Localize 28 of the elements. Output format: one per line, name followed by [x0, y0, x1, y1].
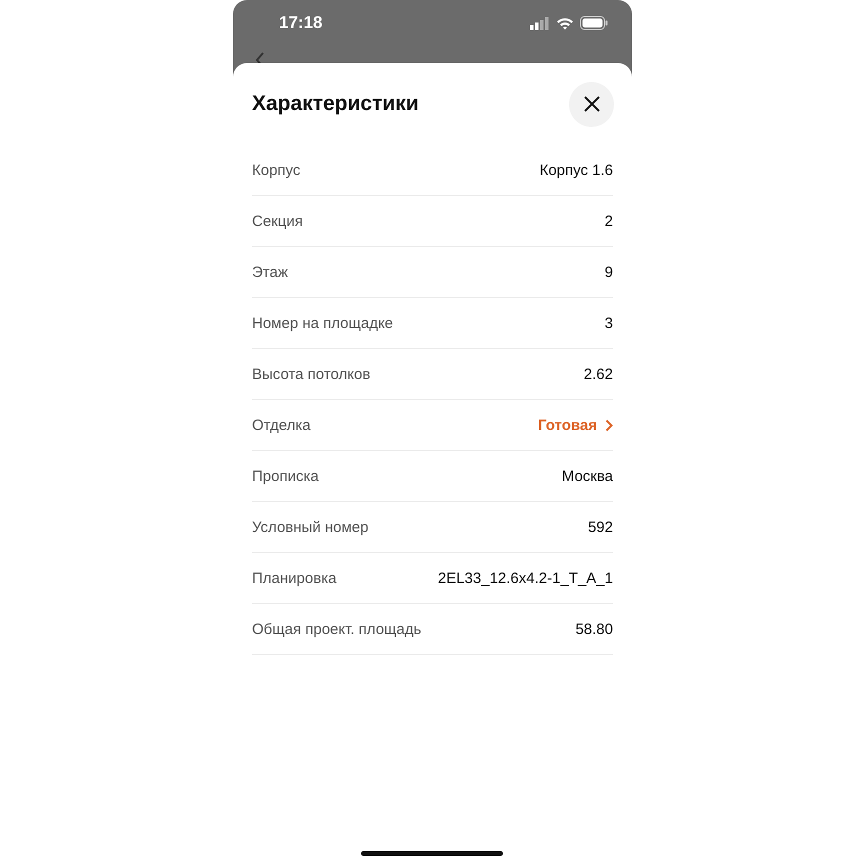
- close-button[interactable]: [569, 82, 614, 126]
- row-value: Москва: [562, 468, 613, 484]
- row-value: 58.80: [575, 620, 613, 638]
- row-value: 3: [604, 314, 613, 332]
- row-label: Планировка: [252, 570, 336, 586]
- row-label: Этаж: [252, 264, 288, 280]
- row-label: Высота потолков: [252, 366, 370, 382]
- row-label: Корпус: [252, 162, 300, 178]
- sheet-title: Характеристики: [252, 92, 419, 116]
- row-label: Отделка: [252, 416, 311, 434]
- close-icon: [582, 95, 600, 113]
- row-label: Общая проект. площадь: [252, 620, 422, 638]
- row-value: 2.62: [584, 366, 613, 382]
- row-value: Корпус 1.6: [540, 162, 613, 178]
- wifi-icon: [556, 16, 574, 30]
- row-label: Прописка: [252, 468, 319, 484]
- row-label: Условный номер: [252, 518, 368, 536]
- row-value: 2: [604, 212, 613, 230]
- row-label: Номер на площадке: [252, 314, 394, 332]
- status-time: 17:18: [279, 13, 322, 33]
- signal-icon: [530, 16, 550, 30]
- chevron-icon: [605, 418, 613, 432]
- value-link[interactable]: Готовая: [538, 416, 613, 434]
- row-value: 592: [588, 518, 613, 536]
- row-value: 2EL33_12.6x4.2-1_T_A_1: [438, 570, 613, 586]
- battery-icon: [580, 16, 608, 30]
- row-label: Секция: [252, 212, 303, 230]
- row-value: 9: [604, 264, 613, 280]
